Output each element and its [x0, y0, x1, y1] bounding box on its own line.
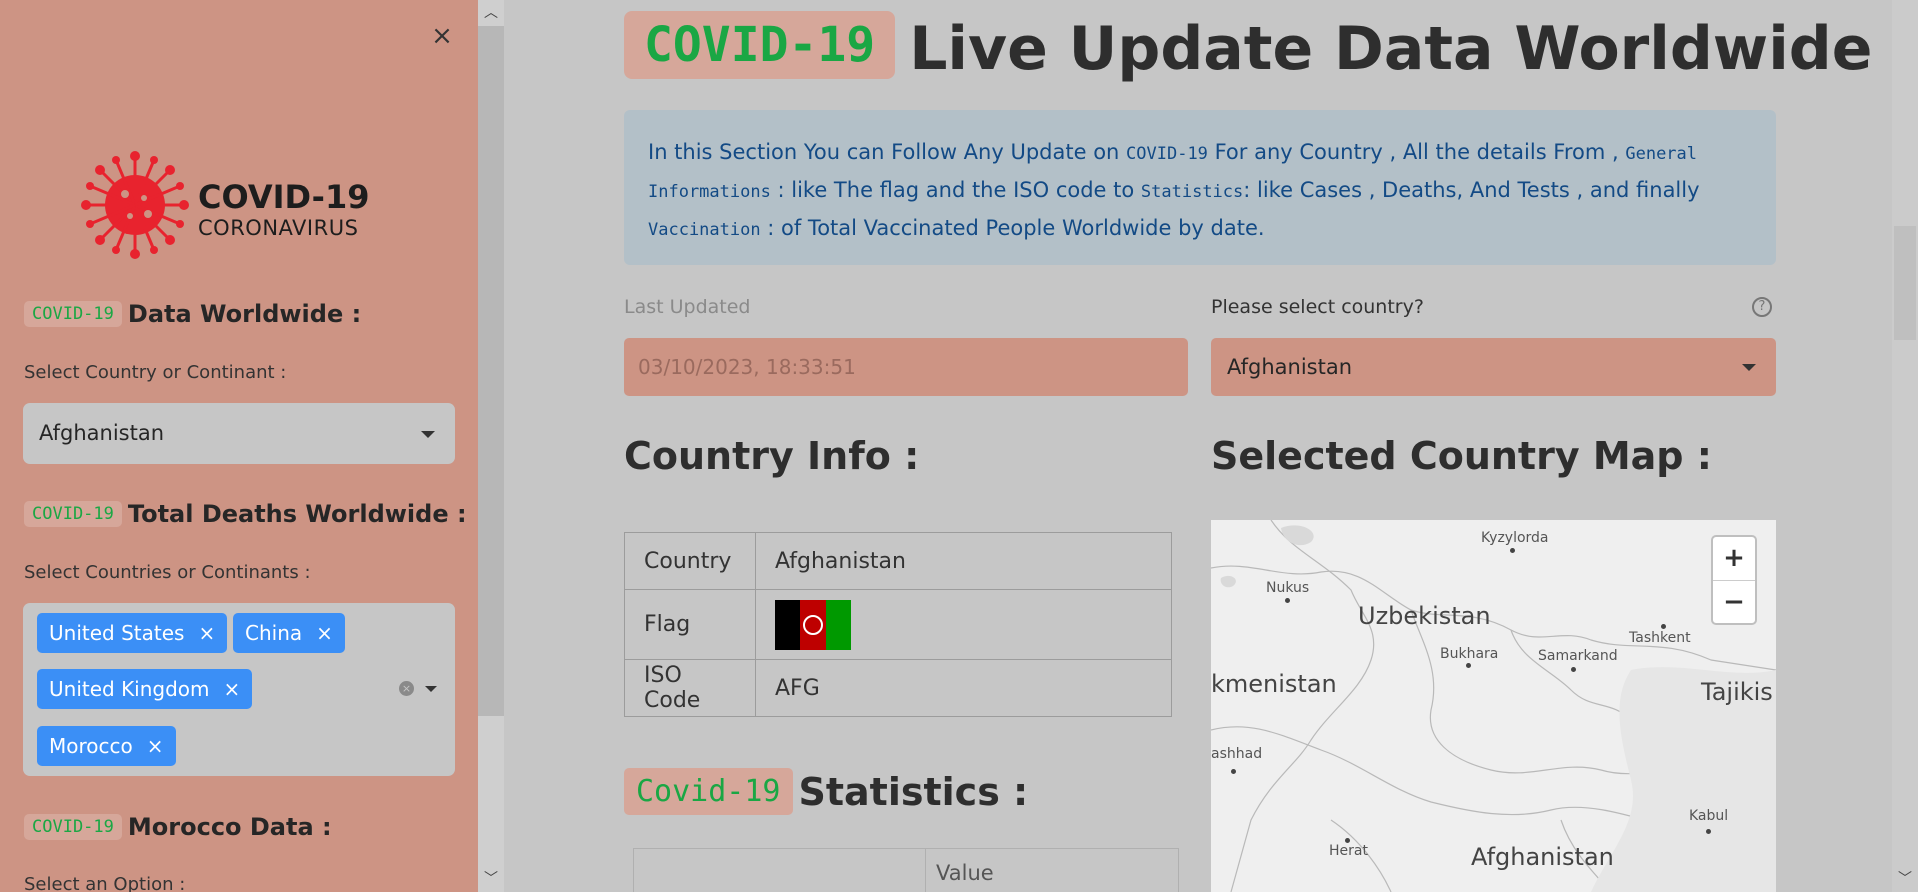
table-cell-value: Afghanistan [755, 532, 1172, 590]
chip-united-states[interactable]: United States × [37, 613, 228, 653]
morocco-data-heading: COVID-19 Morocco Data : [24, 813, 332, 841]
logo-subtitle: CORONAVIRUS [198, 216, 359, 240]
statistics-heading: Covid-19 Statistics : [624, 768, 1028, 815]
table-row: Country Afghanistan [624, 532, 1172, 590]
table-cell-key: Country [624, 532, 756, 590]
virus-icon [81, 151, 189, 259]
table-cell-flag [755, 589, 1172, 660]
statistics-table: Value [633, 848, 1179, 892]
chip-remove-icon[interactable]: × [147, 734, 164, 758]
covid-tag: COVID-19 [24, 501, 122, 527]
scroll-down-icon[interactable]: ﹀ [1896, 870, 1914, 888]
country-map[interactable]: + − Kyzylorda Nukus Uzbekistan Tashkent … [1211, 520, 1776, 892]
covid-tag: COVID-19 [24, 301, 122, 327]
map-label-city: Nukus [1266, 580, 1310, 596]
country-select-label: Please select country? [1211, 296, 1424, 318]
page-title: COVID-19 Live Update Data Worldwide : [624, 11, 1917, 84]
table-row: ISO Code AFG [624, 659, 1172, 717]
last-updated-label: Last Updated [624, 296, 751, 318]
table-row: Flag [624, 589, 1172, 660]
city-dot [1231, 769, 1236, 774]
chevron-down-icon [421, 431, 435, 438]
map-heading: Selected Country Map : [1211, 434, 1712, 478]
city-dot [1510, 548, 1515, 553]
country-select[interactable]: Afghanistan [1211, 338, 1776, 396]
map-label-city: Kyzylorda [1481, 530, 1549, 546]
logo-title: COVID-19 [198, 178, 370, 216]
chip-morocco[interactable]: Morocco × [37, 726, 176, 766]
city-dot [1571, 667, 1576, 672]
map-label-city: Tashkent [1629, 630, 1691, 646]
sidebar-scrollbar[interactable]: ︿ ﹀ [478, 0, 504, 892]
main-scroll-thumb[interactable] [1894, 226, 1916, 340]
chip-china[interactable]: China × [233, 613, 345, 653]
info-alert: In this Section You can Follow Any Updat… [624, 110, 1776, 265]
covid-tag: COVID-19 [24, 814, 122, 840]
main-scrollbar[interactable]: ﹀ [1892, 0, 1918, 892]
total-deaths-heading: COVID-19 Total Deaths Worldwide : [24, 500, 467, 528]
close-icon[interactable]: × [428, 22, 456, 50]
clear-all-icon[interactable]: × [399, 681, 414, 696]
table-cell-key: Flag [624, 589, 756, 660]
data-worldwide-heading: COVID-19 Data Worldwide : [24, 300, 361, 328]
scroll-down-icon[interactable]: ﹀ [482, 870, 500, 888]
sidebar: × COVID-19 CORONAVIRUS COVID-19 Data Wor… [0, 0, 478, 892]
covid-stats-tag: Covid-19 [624, 768, 793, 815]
city-dot [1466, 663, 1471, 668]
chip-remove-icon[interactable]: × [316, 621, 333, 645]
chip-remove-icon[interactable]: × [224, 677, 241, 701]
map-borders [1211, 520, 1776, 892]
scroll-up-icon[interactable]: ︿ [482, 4, 500, 22]
chip-remove-icon[interactable]: × [198, 621, 215, 645]
map-label-city: Bukhara [1440, 646, 1499, 662]
map-label-country: Uzbekistan [1358, 602, 1491, 630]
zoom-in-button[interactable]: + [1713, 537, 1755, 580]
table-header-row: Value [633, 848, 1179, 892]
sidebar-scroll-thumb[interactable] [478, 26, 504, 716]
city-dot [1706, 829, 1711, 834]
city-dot [1345, 838, 1350, 843]
select-country-label: Select Country or Continant : [24, 362, 287, 383]
covid-logo: COVID-19 CORONAVIRUS [80, 146, 380, 264]
map-label-city: Samarkand [1538, 648, 1618, 664]
covid-title-tag: COVID-19 [624, 11, 896, 79]
map-label-country: Tajikis [1701, 678, 1773, 706]
map-label-country: Afghanistan [1471, 843, 1614, 871]
last-updated-field: 03/10/2023, 18:33:51 [624, 338, 1188, 396]
chip-united-kingdom[interactable]: United Kingdom × [37, 669, 253, 709]
help-icon[interactable]: ? [1752, 297, 1772, 317]
map-label-city: Kabul [1689, 808, 1729, 824]
zoom-out-button[interactable]: − [1713, 580, 1755, 623]
select-option-label: Select an Option : [24, 874, 186, 892]
chevron-down-icon [1742, 364, 1756, 371]
map-zoom-control: + − [1711, 535, 1757, 625]
map-label-country: kmenistan [1211, 670, 1337, 698]
table-cell-value: AFG [755, 659, 1172, 717]
country-continent-select[interactable]: Afghanistan [23, 403, 455, 464]
country-info-heading: Country Info : [624, 434, 920, 478]
table-cell-key: ISO Code [624, 659, 756, 717]
map-label-city: Herat [1329, 843, 1368, 859]
chevron-down-icon[interactable] [425, 686, 437, 692]
country-info-table: Country Afghanistan Flag ISO Code AFG [624, 532, 1172, 717]
city-dot [1285, 598, 1290, 603]
select-countries-label: Select Countries or Continants : [24, 562, 311, 583]
map-label-city: ashhad [1211, 746, 1263, 762]
city-dot [1661, 624, 1666, 629]
afghanistan-flag-icon [775, 599, 851, 650]
countries-multiselect[interactable]: United States × China × United Kingdom × Mo… [23, 603, 455, 776]
table-header-empty [633, 848, 926, 892]
table-header-value: Value [925, 848, 1179, 892]
